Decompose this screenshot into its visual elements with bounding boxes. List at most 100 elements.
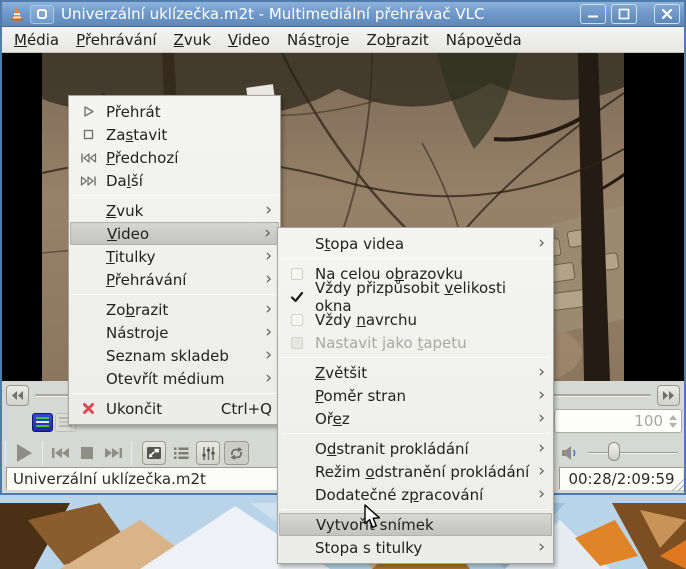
playlist-button[interactable] [170, 444, 192, 462]
menu-item-autoresize-toggle[interactable]: Vždy přizpůsobit velikosti okna [279, 279, 552, 315]
equalizer-icon [201, 446, 215, 460]
submenu-arrow-icon: › [538, 461, 545, 481]
menu-item-label: Vždy navrchu [315, 310, 417, 329]
speaker-icon [562, 446, 576, 460]
menu-item-label: Poměr stran [315, 386, 407, 405]
maximize-button[interactable] [611, 4, 637, 24]
menu-item-label: Zvětšit [315, 363, 368, 382]
menu-item-label: Přehrát [106, 102, 161, 121]
menu-separator [72, 393, 277, 394]
submenu-arrow-icon: › [265, 322, 272, 342]
loop-button[interactable] [224, 441, 249, 465]
menu-item-crop[interactable]: Ořez › [279, 407, 552, 430]
rewind-button[interactable] [6, 385, 29, 406]
play-button[interactable] [11, 440, 37, 466]
separator [42, 441, 43, 465]
submenu-arrow-icon: › [538, 362, 545, 382]
menu-item-previous[interactable]: Předchozí [70, 146, 279, 169]
menu-item-next[interactable]: Další [70, 169, 279, 192]
time-display: 00:28/2:09:59 [559, 467, 684, 490]
next-button[interactable] [101, 444, 126, 462]
dvd-menu-button[interactable] [32, 413, 53, 432]
menu-item-audio-sub[interactable]: Zvuk › [70, 199, 279, 222]
stop-icon [81, 447, 93, 459]
window-menu-button[interactable] [30, 4, 54, 24]
previous-button[interactable] [48, 444, 73, 462]
titlebar[interactable]: Univerzální uklízečka.m2t - Multimediáln… [2, 2, 684, 27]
submenu-arrow-icon: › [265, 269, 272, 289]
context-menu: Přehrát Zastavit Předchozí Další Zvuk › … [68, 95, 281, 425]
stop-button[interactable] [77, 444, 97, 462]
vlc-cone-icon [10, 7, 24, 21]
menubar: Média Přehrávání Zvuk Video Nástroje Zob… [2, 27, 684, 53]
separator [5, 441, 6, 465]
rewind-icon [12, 391, 23, 400]
menu-item-subtitle-track[interactable]: Stopa s titulky › [279, 536, 552, 559]
menu-help[interactable]: Nápověda [438, 28, 530, 52]
menu-item-playback-sub[interactable]: Přehrávání › [70, 268, 279, 291]
fast-forward-icon [663, 391, 674, 400]
menu-tools[interactable]: Nástroje [279, 28, 358, 52]
submenu-arrow-icon: › [265, 299, 272, 319]
menu-item-play[interactable]: Přehrát [70, 100, 279, 123]
menu-item-label: Video [107, 224, 150, 243]
play-icon [17, 444, 32, 462]
close-button[interactable] [654, 4, 680, 24]
menu-item-video-sub[interactable]: Video › [70, 222, 279, 245]
volume-slider[interactable] [588, 452, 678, 454]
menu-item-take-snapshot[interactable]: Vytvořit snímek [279, 513, 552, 536]
video-submenu: Stopa videa › Na celou obrazovku Vždy př… [277, 227, 554, 564]
menu-item-aspect-ratio[interactable]: Poměr stran › [279, 384, 552, 407]
menu-item-label: Nástroje [106, 323, 169, 342]
menu-media[interactable]: Média [6, 28, 67, 52]
menu-item-label: Stopa videa [315, 234, 405, 253]
speed-spinbox[interactable]: 100 [554, 409, 682, 433]
time-text: 00:28/2:09:59 [568, 469, 675, 488]
menu-separator [281, 433, 550, 434]
equalizer-button[interactable] [196, 441, 220, 465]
play-icon [76, 105, 100, 118]
menu-item-label: Ukončit [106, 399, 163, 418]
next-icon [76, 175, 100, 187]
fast-forward-button[interactable] [657, 385, 680, 406]
menu-video[interactable]: Video [220, 28, 278, 52]
menu-view[interactable]: Zobrazit [359, 28, 437, 52]
separator [131, 441, 132, 465]
spinner-arrows-icon[interactable] [669, 414, 677, 428]
submenu-arrow-icon: › [265, 345, 272, 365]
menu-separator [281, 258, 550, 259]
volume-handle[interactable] [608, 442, 620, 461]
menu-item-always-on-top-toggle[interactable]: Vždy navrchu [279, 308, 552, 331]
now-playing-text: Univerzální uklízečka.m2t [13, 469, 206, 488]
submenu-arrow-icon: › [538, 385, 545, 405]
fullscreen-button[interactable] [142, 441, 166, 465]
menu-item-open-media-sub[interactable]: Otevřít médium › [70, 367, 279, 390]
menu-item-postprocessing[interactable]: Dodatečné zpracování › [279, 483, 552, 506]
menu-playback[interactable]: Přehrávání [68, 28, 164, 52]
menu-item-tools-sub[interactable]: Nástroje › [70, 321, 279, 344]
menu-item-deinterlace-mode[interactable]: Režim odstranění prokládání › [279, 460, 552, 483]
menu-audio[interactable]: Zvuk [166, 28, 219, 52]
menu-item-set-wallpaper: Nastavit jako tapetu [279, 331, 552, 354]
menu-item-quit[interactable]: Ukončit Ctrl+Q [70, 397, 279, 420]
menu-item-zoom[interactable]: Zvětšit › [279, 361, 552, 384]
playlist-icon [174, 447, 189, 459]
menu-item-label: Nastavit jako tapetu [315, 333, 467, 352]
menu-item-view-sub[interactable]: Zobrazit › [70, 298, 279, 321]
transport-bar [2, 438, 251, 468]
menu-item-playlist-sub[interactable]: Seznam skladeb › [70, 344, 279, 367]
quit-icon [76, 402, 100, 415]
checkbox-unchecked-icon [285, 313, 309, 326]
menu-item-subtitles-sub[interactable]: Titulky › [70, 245, 279, 268]
menu-item-stop[interactable]: Zastavit [70, 123, 279, 146]
menu-item-video-track[interactable]: Stopa videa › [279, 232, 552, 255]
submenu-arrow-icon: › [265, 200, 272, 220]
menu-item-deinterlace[interactable]: Odstranit prokládání › [279, 437, 552, 460]
submenu-arrow-icon: › [264, 223, 271, 243]
menu-item-label: Předchozí [106, 148, 179, 167]
previous-icon [52, 448, 69, 458]
checkbox-unchecked-icon [285, 336, 309, 349]
minimize-button[interactable] [580, 4, 606, 24]
submenu-arrow-icon: › [538, 537, 545, 557]
menu-separator [72, 195, 277, 196]
